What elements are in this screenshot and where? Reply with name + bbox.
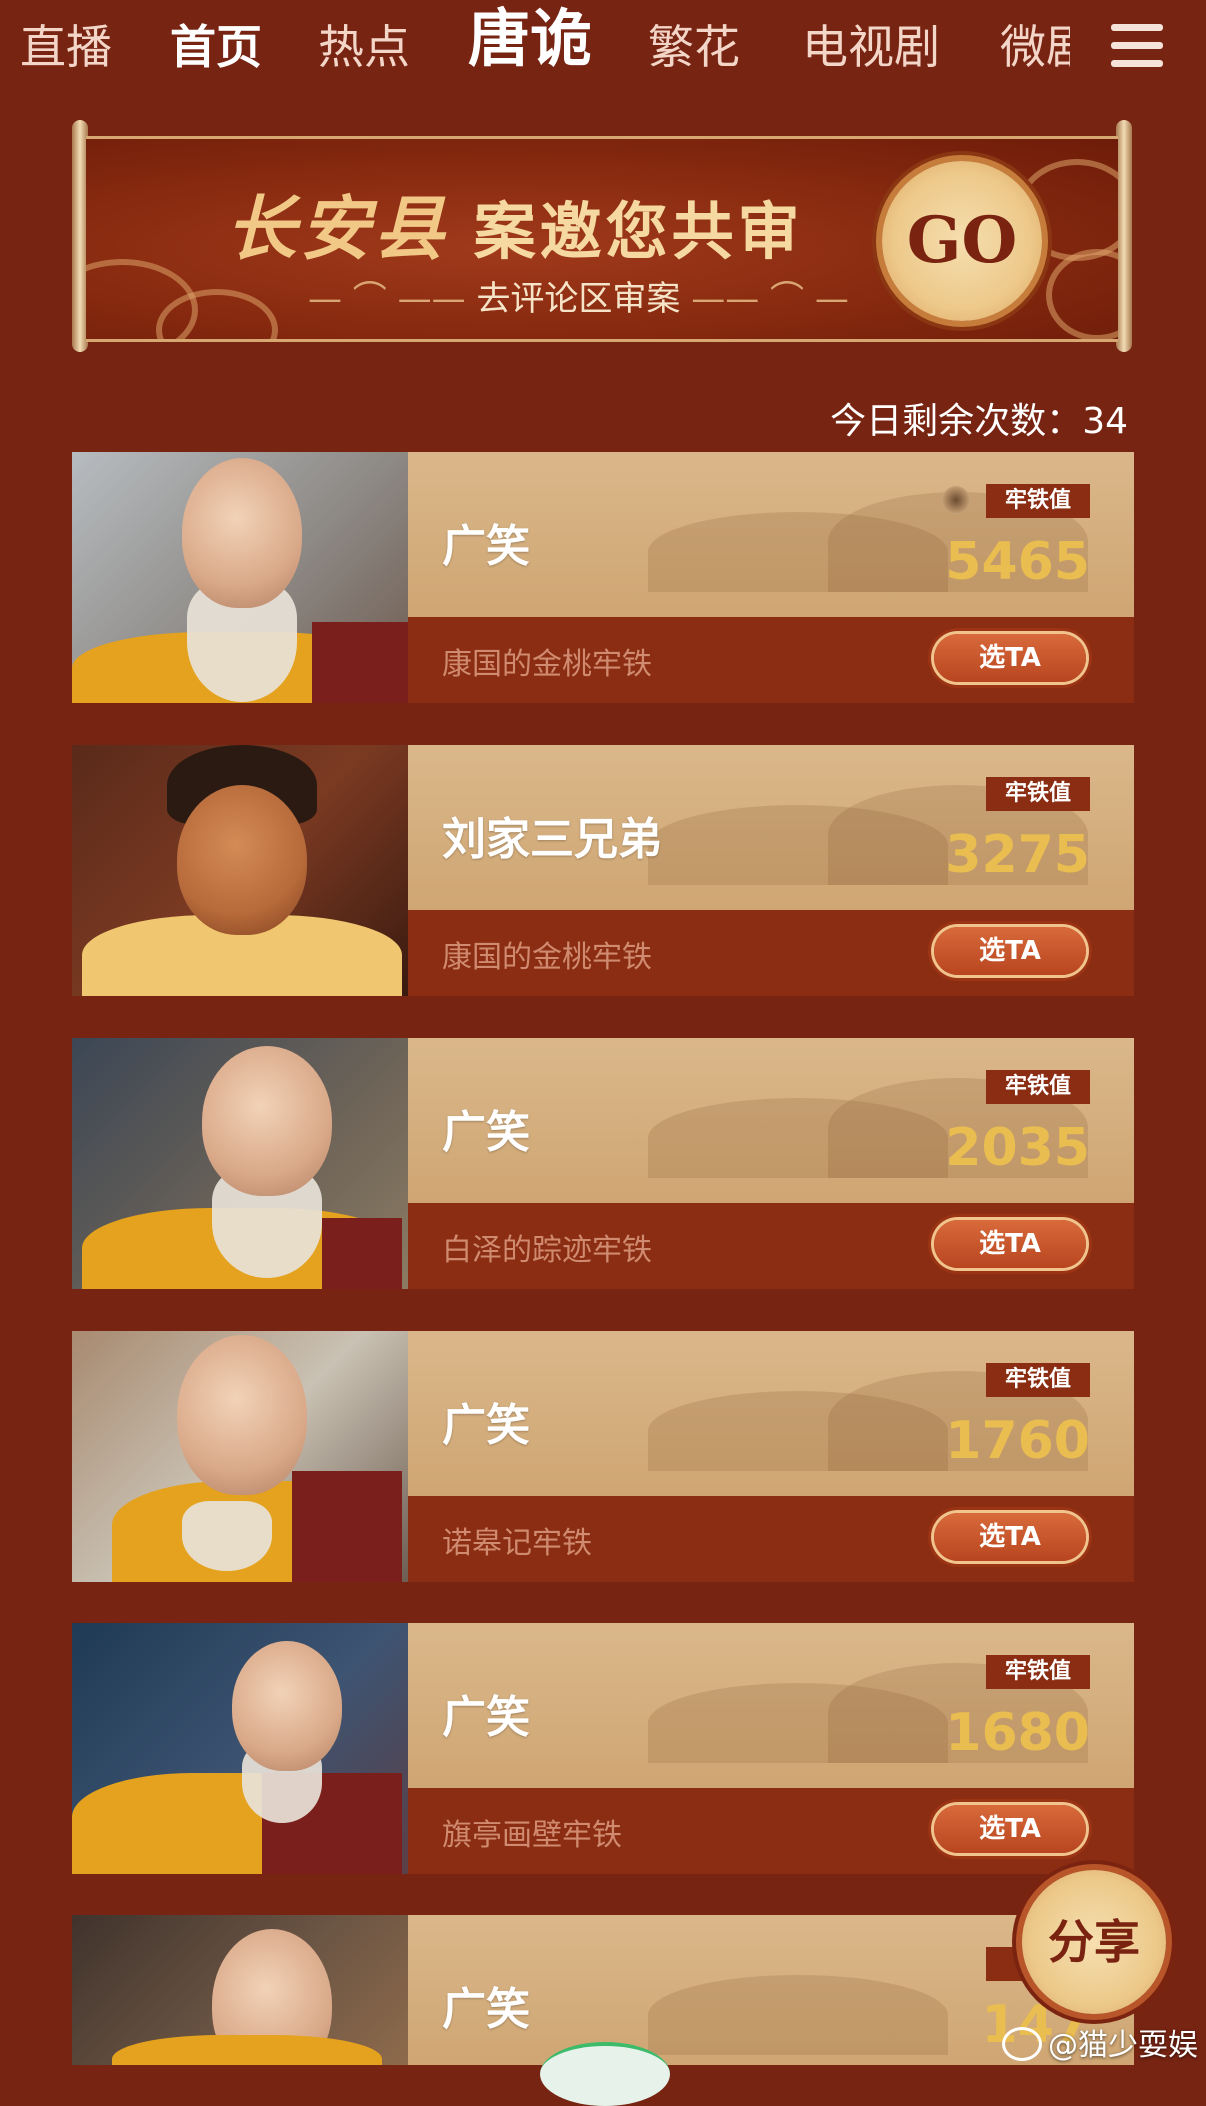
choose-button[interactable]: 选TA	[934, 634, 1086, 682]
portrait-monk-photo	[72, 452, 408, 703]
portrait-monk-praying-photo	[72, 1331, 408, 1582]
tab-tanggui[interactable]: 唐诡	[468, 4, 592, 74]
case-name: 康国的金桃牢铁	[442, 647, 652, 682]
card-info: 广笑 牢铁值 1760	[408, 1331, 1134, 1496]
candidate-card: 广笑 牢铁值 1680 旗亭画壁牢铁 选TA	[72, 1623, 1134, 1874]
candidate-card: 刘家三兄弟 牢铁值 3275 康国的金桃牢铁 选TA	[72, 745, 1134, 996]
strength-badge: 牢铁值	[986, 1655, 1090, 1689]
remaining-number: 34	[1082, 401, 1128, 442]
banner-subtitle: — ⌒ —— 去评论区审案 —— ⌒ —	[308, 279, 849, 319]
tab-home[interactable]: 首页	[170, 12, 262, 82]
case-review-banner[interactable]: 长安县 案邀您共审 — ⌒ —— 去评论区审案 —— ⌒ — GO	[72, 120, 1132, 352]
candidate-name: 广笑	[442, 521, 530, 572]
tab-tv[interactable]: 电视剧	[802, 12, 940, 82]
card-info: 广笑 牢铁值 2035	[408, 1038, 1134, 1203]
banner-body: 长安县 案邀您共审 — ⌒ —— 去评论区审案 —— ⌒ — GO	[86, 136, 1118, 342]
coin-icon	[942, 486, 970, 514]
card-info: 广笑 牢铁值 1680	[408, 1623, 1134, 1788]
case-name: 旗亭画壁牢铁	[442, 1818, 622, 1853]
strength-value: 1680	[945, 1703, 1090, 1763]
portrait-monk-photo	[72, 1915, 408, 2065]
card-footer: 白泽的踪迹牢铁 选TA	[408, 1203, 1134, 1289]
go-button[interactable]: GO	[882, 161, 1042, 321]
tab-hot[interactable]: 热点	[318, 12, 410, 82]
card-info: 广笑 牢铁值 5465	[408, 452, 1134, 617]
case-name: 白泽的踪迹牢铁	[442, 1233, 652, 1268]
strength-value: 5465	[945, 532, 1090, 592]
tab-live[interactable]: 直播	[20, 12, 112, 82]
tab-micro-drama[interactable]: 微剧	[1000, 12, 1070, 82]
floating-green-button[interactable]	[540, 2042, 670, 2106]
watermark: @猫少耍娱	[1002, 2020, 1198, 2064]
banner-title-county: 长安县	[226, 187, 448, 270]
scroll-rod-right	[1116, 120, 1132, 352]
hamburger-menu-icon[interactable]	[1111, 24, 1163, 70]
choose-button[interactable]: 选TA	[934, 1805, 1086, 1853]
cloud-ornament	[1046, 249, 1118, 339]
remaining-count: 今日剩余次数：34	[0, 392, 1128, 444]
strength-value: 2035	[945, 1118, 1090, 1178]
choose-button[interactable]: 选TA	[934, 1513, 1086, 1561]
portrait-monk-writing-photo	[72, 1623, 408, 1874]
banner-title-main: 案邀您共审	[473, 195, 804, 268]
card-footer: 康国的金桃牢铁 选TA	[408, 910, 1134, 996]
top-nav: 直播 首页 热点 唐诡 繁花 电视剧 微剧	[0, 0, 1206, 95]
choose-button[interactable]: 选TA	[934, 1220, 1086, 1268]
card-footer: 康国的金桃牢铁 选TA	[408, 617, 1134, 703]
case-name: 诺皋记牢铁	[442, 1526, 592, 1561]
remaining-label: 今日剩余次数：	[830, 401, 1083, 442]
banner-subtitle-text: 去评论区审案	[476, 279, 681, 319]
case-name: 康国的金桃牢铁	[442, 940, 652, 975]
strength-badge: 牢铁值	[986, 1363, 1090, 1397]
strength-badge: 牢铁值	[986, 484, 1090, 518]
tab-fanhua[interactable]: 繁花	[648, 12, 740, 82]
candidate-card: 广笑 牢铁值 5465 康国的金桃牢铁 选TA	[72, 452, 1134, 703]
card-info: 刘家三兄弟 牢铁值 3275	[408, 745, 1134, 910]
candidate-name: 刘家三兄弟	[442, 814, 662, 865]
candidate-name: 广笑	[442, 1107, 530, 1158]
card-footer: 诺皋记牢铁 选TA	[408, 1496, 1134, 1582]
strength-badge: 牢铁值	[986, 1070, 1090, 1104]
watermark-text: @猫少耍娱	[1048, 2028, 1198, 2063]
strength-badge: 牢铁值	[986, 777, 1090, 811]
banner-title: 长安县 案邀您共审	[226, 173, 804, 274]
choose-button[interactable]: 选TA	[934, 927, 1086, 975]
candidate-name: 广笑	[442, 1984, 530, 2035]
portrait-monk-photo	[72, 1038, 408, 1289]
candidate-name: 广笑	[442, 1692, 530, 1743]
share-button[interactable]: 分享	[1022, 1870, 1166, 2014]
weibo-icon	[1002, 2026, 1042, 2061]
card-footer: 旗亭画壁牢铁 选TA	[408, 1788, 1134, 1874]
portrait-young-man-photo	[72, 745, 408, 996]
strength-value: 3275	[945, 825, 1090, 885]
candidate-card: 广笑 牢铁值 1760 诺皋记牢铁 选TA	[72, 1331, 1134, 1582]
candidate-card: 广笑 牢铁值 2035 白泽的踪迹牢铁 选TA	[72, 1038, 1134, 1289]
candidate-name: 广笑	[442, 1400, 530, 1451]
strength-value: 1760	[945, 1411, 1090, 1471]
